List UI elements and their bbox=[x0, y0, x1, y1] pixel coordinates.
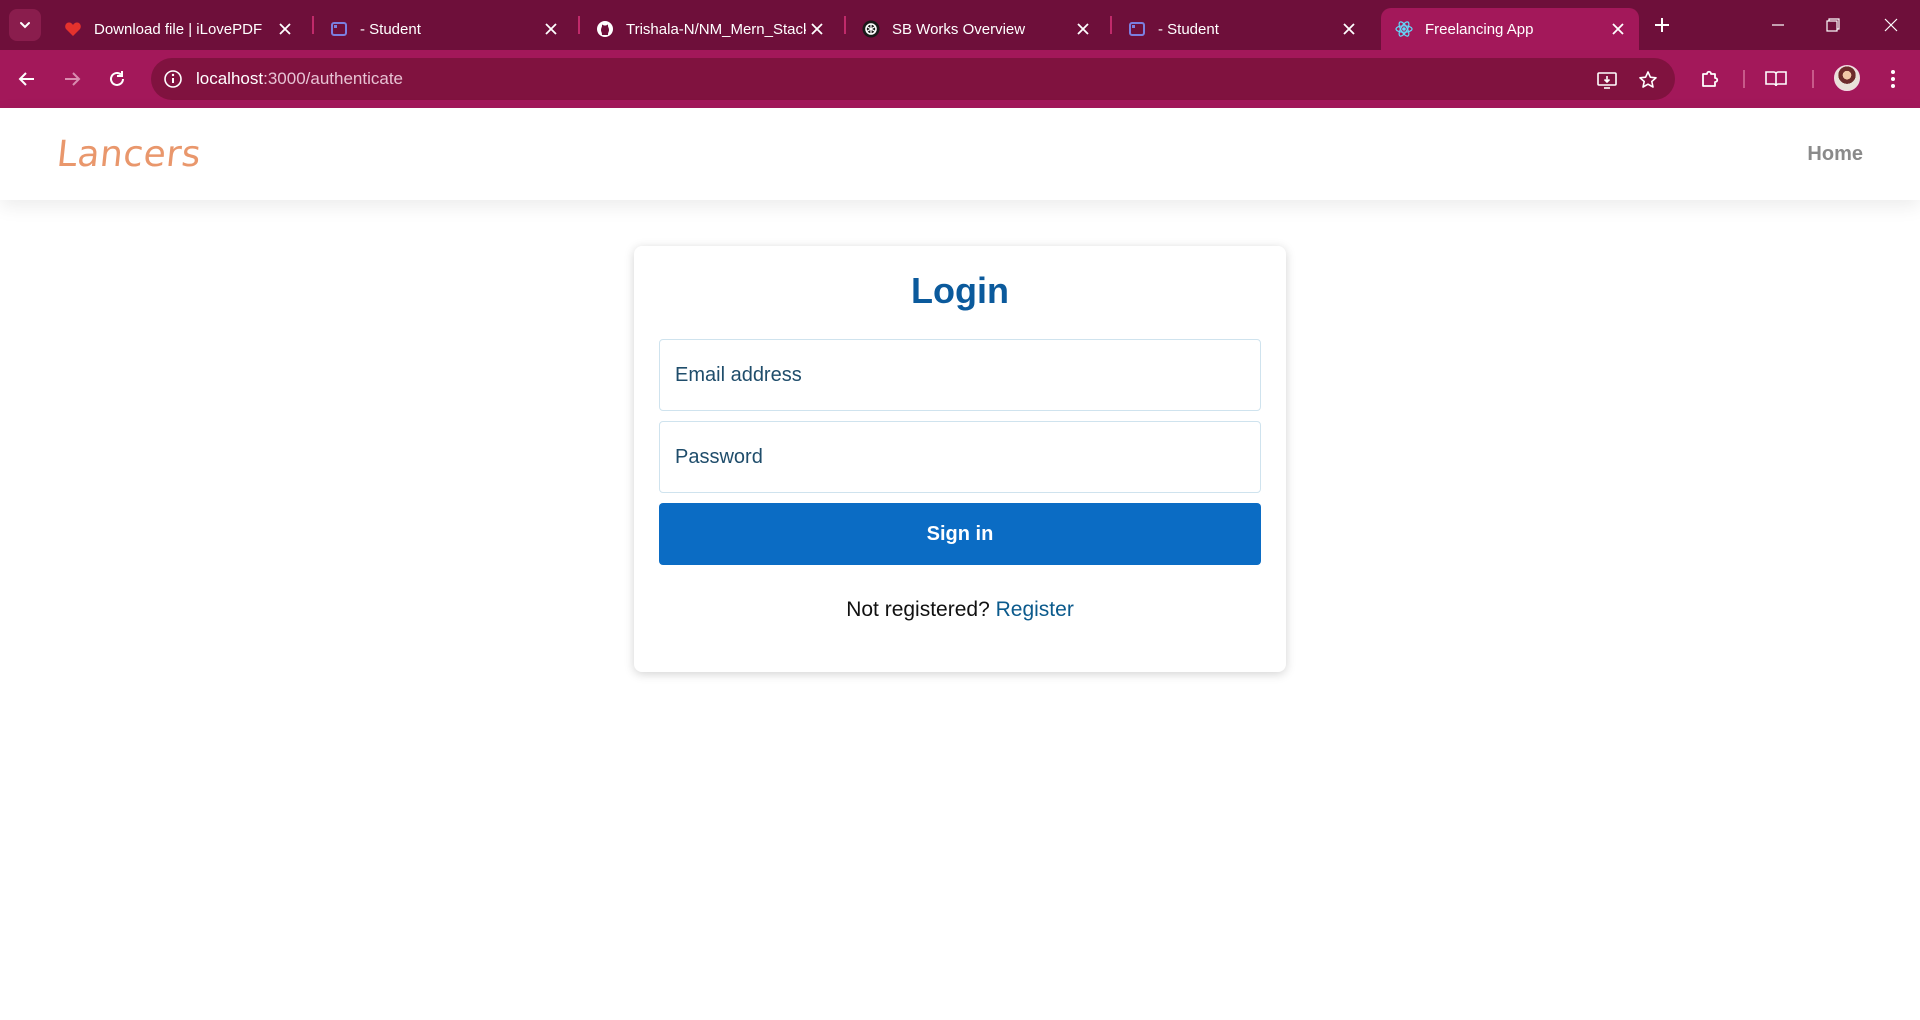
new-tab-button[interactable] bbox=[1648, 11, 1676, 39]
toolbar-divider bbox=[1812, 70, 1814, 88]
puzzle-icon bbox=[1702, 70, 1719, 87]
reading-list-icon bbox=[1765, 71, 1787, 87]
login-title: Login bbox=[911, 270, 1009, 311]
reload-icon bbox=[110, 71, 124, 86]
github-icon bbox=[596, 20, 614, 38]
minimize-icon bbox=[1772, 24, 1784, 26]
browser-menu-button[interactable] bbox=[1877, 63, 1909, 95]
tab-github[interactable]: Trishala-N/NM_Mern_Stack bbox=[582, 8, 838, 50]
tab-title: - Student bbox=[1158, 20, 1219, 38]
register-link[interactable]: Register bbox=[996, 598, 1074, 621]
back-button[interactable] bbox=[11, 63, 43, 95]
close-icon bbox=[1884, 18, 1898, 32]
url-path: :3000/authenticate bbox=[263, 69, 404, 88]
reading-list-button[interactable] bbox=[1760, 63, 1792, 95]
install-app-icon[interactable] bbox=[1594, 67, 1620, 93]
address-bar[interactable]: localhost:3000/authenticate bbox=[151, 58, 1675, 100]
close-icon[interactable] bbox=[1338, 18, 1360, 40]
sign-in-button[interactable]: Sign in bbox=[659, 503, 1261, 565]
openai-icon bbox=[862, 20, 880, 38]
email-field[interactable] bbox=[659, 339, 1261, 411]
tab-title: Freelancing App bbox=[1425, 20, 1534, 38]
close-icon[interactable] bbox=[1607, 18, 1629, 40]
login-card: Login Sign in Not registered? Register bbox=[634, 246, 1286, 672]
close-icon[interactable] bbox=[540, 18, 562, 40]
tab-title: SB Works Overview bbox=[892, 20, 1026, 38]
tab-title: Trishala-N/NM_Mern_Stack bbox=[626, 20, 806, 38]
minimize-button[interactable] bbox=[1756, 8, 1800, 42]
tab-separator bbox=[578, 16, 580, 34]
toolbar-divider bbox=[1743, 70, 1745, 88]
url-host: localhost bbox=[196, 69, 264, 88]
ilovepdf-heart-icon bbox=[64, 20, 82, 38]
tab-ilovepdf[interactable]: Download file | iLovePDF bbox=[50, 8, 306, 50]
plus-icon bbox=[1655, 18, 1669, 32]
tab-sb-works[interactable]: SB Works Overview bbox=[848, 8, 1104, 50]
profile-avatar[interactable] bbox=[1834, 65, 1860, 91]
tab-separator bbox=[1110, 16, 1112, 34]
restore-icon bbox=[1826, 18, 1840, 32]
tab-student-2[interactable]: - Student bbox=[1114, 8, 1370, 50]
student-portal-icon bbox=[330, 20, 348, 38]
tab-title: Download file | iLovePDF bbox=[94, 20, 263, 38]
extensions-button[interactable] bbox=[1694, 63, 1726, 95]
tab-title: - Student bbox=[360, 20, 421, 38]
tab-freelancing-app[interactable]: Freelancing App bbox=[1381, 8, 1639, 50]
arrow-left-icon bbox=[18, 72, 34, 86]
close-icon[interactable] bbox=[806, 18, 828, 40]
chevron-down-icon bbox=[20, 22, 30, 29]
site-navbar: Lancers Home bbox=[0, 108, 1920, 200]
close-window-button[interactable] bbox=[1869, 8, 1913, 42]
tab-student-1[interactable]: - Student bbox=[316, 8, 572, 50]
restore-button[interactable] bbox=[1811, 8, 1855, 42]
tab-search-button[interactable] bbox=[9, 9, 41, 41]
page-content: Lancers Home Login Sign in Not registere… bbox=[0, 108, 1920, 1020]
more-vertical-icon bbox=[1891, 70, 1895, 88]
student-portal-icon bbox=[1128, 20, 1146, 38]
register-prompt: Not registered? bbox=[846, 598, 990, 621]
nav-home-link[interactable]: Home bbox=[1807, 143, 1863, 166]
react-icon bbox=[1395, 20, 1413, 38]
arrow-right-icon bbox=[65, 72, 81, 86]
close-icon[interactable] bbox=[1072, 18, 1094, 40]
password-field[interactable] bbox=[659, 421, 1261, 493]
bookmark-star-icon[interactable] bbox=[1635, 67, 1661, 93]
close-icon[interactable] bbox=[274, 18, 296, 40]
forward-button[interactable] bbox=[56, 63, 88, 95]
tab-separator bbox=[312, 16, 314, 34]
register-prompt-row: Not registered? Register bbox=[634, 598, 1286, 622]
reload-button[interactable] bbox=[101, 63, 133, 95]
tab-separator bbox=[844, 16, 846, 34]
browser-toolbar: localhost:3000/authenticate bbox=[0, 50, 1920, 108]
site-info-icon[interactable] bbox=[161, 67, 185, 91]
url-text[interactable]: localhost:3000/authenticate bbox=[196, 69, 403, 89]
brand-logo[interactable]: Lancers bbox=[55, 134, 203, 175]
browser-tab-strip: Download file | iLovePDF - Student Trish… bbox=[0, 0, 1920, 50]
